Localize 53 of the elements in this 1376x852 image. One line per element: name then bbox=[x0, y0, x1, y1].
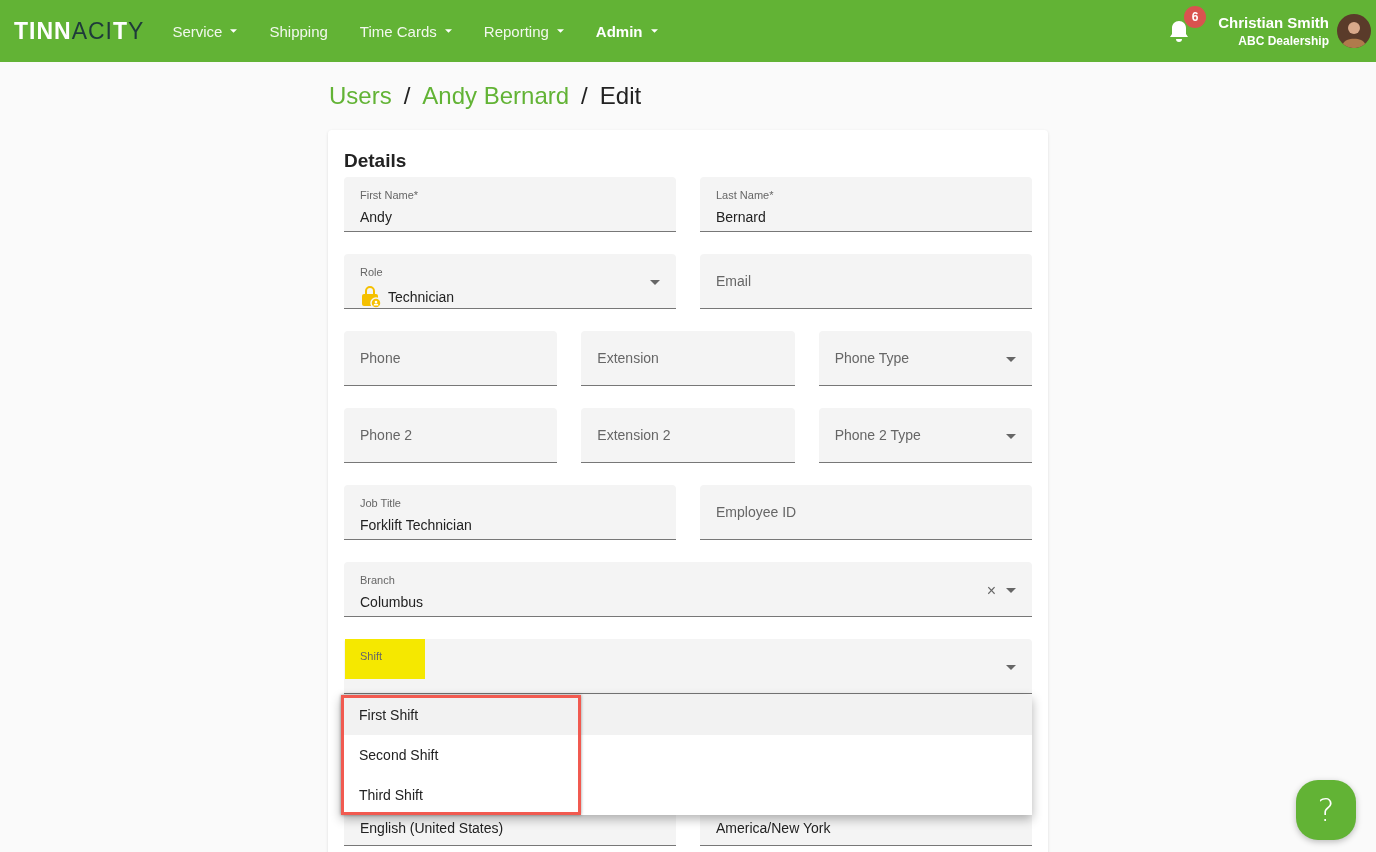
field-label: Employee ID bbox=[716, 503, 798, 522]
text-field[interactable]: First Name* Andy bbox=[344, 177, 676, 232]
field-value: Forklift Technician bbox=[360, 517, 472, 533]
field-value: Columbus bbox=[360, 594, 424, 610]
select-field[interactable]: Phone Type bbox=[818, 331, 1032, 386]
field-label: Phone 2 Type bbox=[834, 426, 922, 445]
dropdown-caret-icon[interactable] bbox=[650, 280, 660, 285]
field-label: Branch bbox=[360, 574, 395, 586]
field-label: Extension 2 bbox=[597, 426, 672, 445]
field-label: Extension bbox=[597, 349, 660, 368]
field-label: Phone bbox=[360, 349, 402, 368]
dropdown-caret-icon[interactable] bbox=[1006, 434, 1016, 439]
text-field[interactable]: Extension 2 bbox=[581, 408, 795, 463]
select-field[interactable]: Phone 2 Type bbox=[818, 408, 1032, 463]
logo[interactable]: TINNACITY bbox=[14, 17, 145, 45]
notification-count: 6 bbox=[1184, 6, 1206, 28]
field-value: Andy bbox=[360, 209, 392, 225]
field-label: Shift bbox=[345, 639, 425, 679]
avatar[interactable] bbox=[1337, 14, 1371, 48]
breadcrumb-separator: / bbox=[581, 82, 588, 110]
user-name: Christian Smith bbox=[1218, 14, 1329, 31]
breadcrumb-separator: / bbox=[403, 82, 411, 110]
dropdown-caret-icon[interactable] bbox=[1006, 588, 1016, 593]
clear-icon[interactable]: × bbox=[986, 582, 996, 600]
select-field[interactable]: Role Technician bbox=[344, 254, 676, 309]
text-field[interactable]: Email bbox=[700, 254, 1032, 309]
field-label: Phone Type bbox=[834, 349, 911, 368]
breadcrumb-current: Edit bbox=[599, 82, 642, 110]
field-label: First Name* bbox=[360, 189, 419, 201]
company-name: ABC Dealership bbox=[1238, 34, 1329, 48]
field-label: Email bbox=[716, 272, 752, 291]
field-value: Technician bbox=[388, 289, 455, 305]
lock-icon bbox=[360, 284, 382, 308]
text-field[interactable]: Last Name* Bernard bbox=[700, 177, 1032, 232]
field-label: Last Name* bbox=[716, 189, 774, 201]
text-field[interactable]: Phone 2 bbox=[344, 408, 558, 463]
field-value: Bernard bbox=[716, 209, 766, 225]
text-field[interactable]: Phone bbox=[344, 331, 558, 386]
text-field[interactable]: Employee ID bbox=[700, 485, 1032, 540]
dropdown-caret-icon[interactable] bbox=[1006, 665, 1016, 670]
text-field[interactable]: Job Title Forklift Technician bbox=[344, 485, 676, 540]
field-label: Phone 2 bbox=[360, 426, 414, 445]
section-title: Details bbox=[344, 150, 408, 172]
notifications-button[interactable] bbox=[1168, 19, 1191, 43]
field-value: America/New York bbox=[716, 820, 831, 836]
field-label: Role bbox=[360, 266, 383, 278]
select-field[interactable]: Branch Columbus × bbox=[344, 562, 1032, 617]
dropdown-caret-icon[interactable] bbox=[1006, 357, 1016, 362]
field-label: Job Title bbox=[360, 497, 401, 509]
text-field[interactable]: Extension bbox=[581, 331, 795, 386]
menu-option[interactable]: Second Shift bbox=[341, 735, 1032, 775]
bell-icon bbox=[1168, 19, 1191, 43]
field-value: English (United States) bbox=[360, 820, 504, 836]
